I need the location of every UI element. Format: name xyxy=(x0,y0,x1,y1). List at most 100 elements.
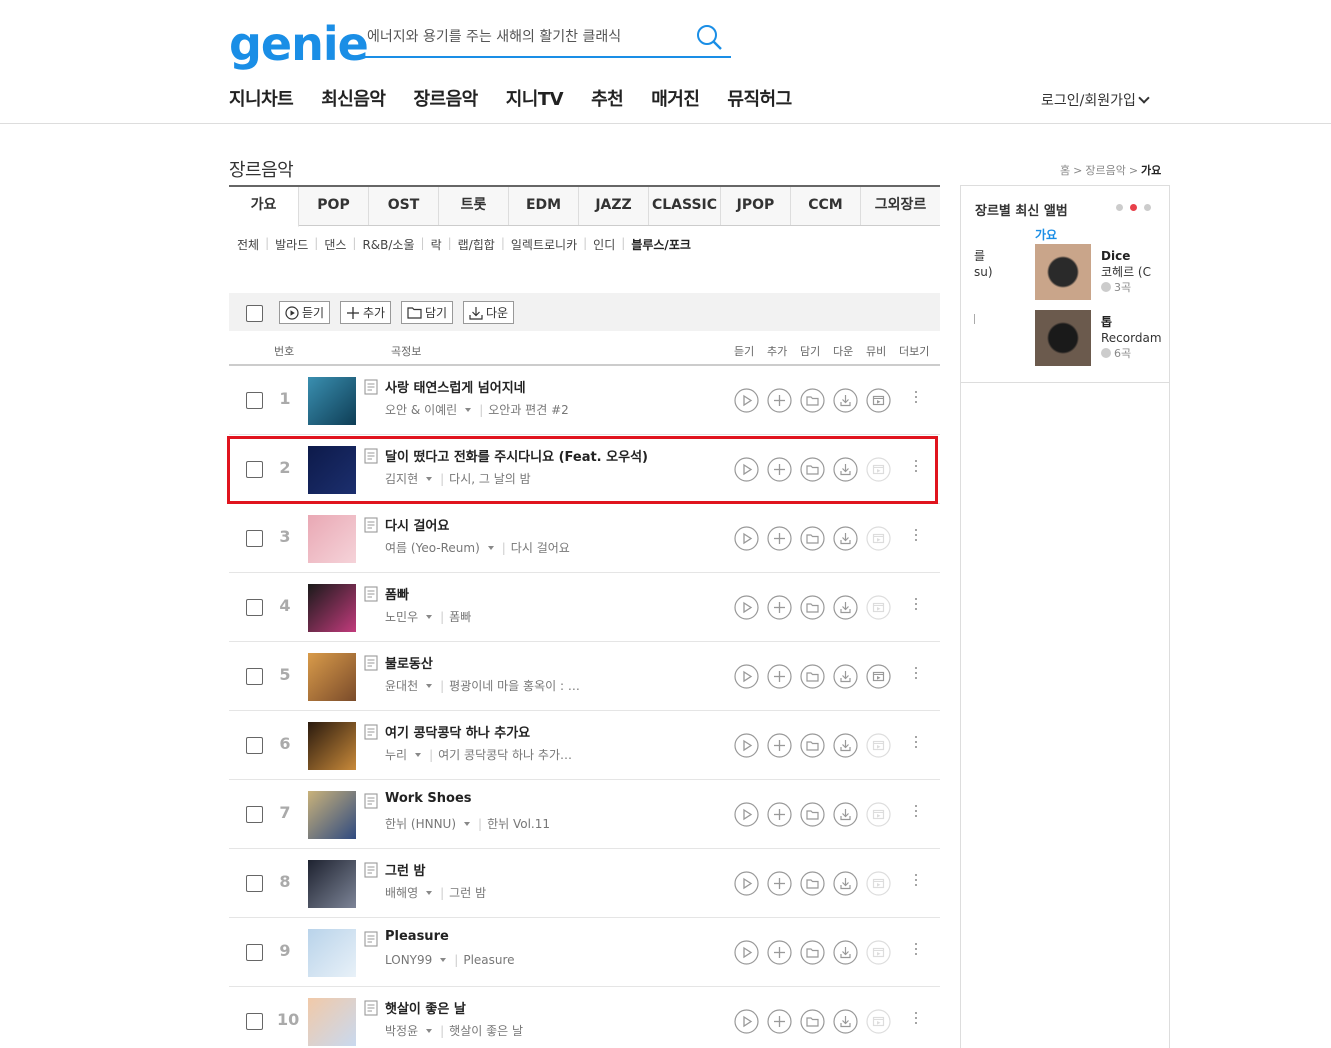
song-album[interactable]: 여기 콩닥콩닥 하나 추가… xyxy=(438,748,572,762)
album-cover[interactable] xyxy=(308,722,356,770)
download-circle-icon[interactable] xyxy=(833,733,858,758)
song-checkbox[interactable] xyxy=(246,461,263,478)
lyrics-icon[interactable] xyxy=(364,793,378,809)
tab-classic[interactable]: CLASSIC xyxy=(649,187,721,225)
song-artist[interactable]: 여름 (Yeo-Reum) xyxy=(385,541,480,555)
sub-genre-all[interactable]: 전체 xyxy=(237,236,259,253)
mv-circle-icon[interactable] xyxy=(866,388,891,413)
lyrics-icon[interactable] xyxy=(364,517,378,533)
song-artist[interactable]: 오안 & 이예린 xyxy=(385,403,457,417)
panel-category[interactable]: 가요 xyxy=(1035,226,1057,243)
tab-edm[interactable]: EDM xyxy=(509,187,579,225)
sub-genre-rnb[interactable]: R&B/소울 xyxy=(362,236,414,253)
song-album[interactable]: 평광이네 마을 홍옥이 : … xyxy=(449,679,580,693)
lyrics-icon[interactable] xyxy=(364,862,378,878)
artist-dropdown-icon[interactable] xyxy=(415,752,422,757)
song-title[interactable]: 불로동산 xyxy=(385,653,433,672)
folder-circle-icon[interactable] xyxy=(800,664,825,689)
song-title[interactable]: 여기 콩닥콩닥 하나 추가요 xyxy=(385,722,530,741)
nav-music-hug[interactable]: 뮤직허그 xyxy=(727,85,792,111)
more-options-icon[interactable] xyxy=(913,871,919,891)
tab-ccm[interactable]: CCM xyxy=(791,187,861,225)
add-circle-icon[interactable] xyxy=(767,1009,792,1034)
song-artist[interactable]: 김지현 xyxy=(385,472,418,486)
artist-dropdown-icon[interactable] xyxy=(440,957,447,962)
nav-latest[interactable]: 최신음악 xyxy=(321,85,386,111)
album-cover[interactable] xyxy=(308,515,356,563)
song-title[interactable]: Pleasure xyxy=(385,929,449,944)
mv-circle-icon[interactable] xyxy=(866,664,891,689)
song-album[interactable]: Pleasure xyxy=(463,953,514,967)
download-circle-icon[interactable] xyxy=(833,664,858,689)
more-options-icon[interactable] xyxy=(913,664,919,684)
song-album[interactable]: 다시 걸어요 xyxy=(511,541,570,555)
lyrics-icon[interactable] xyxy=(364,655,378,671)
listen-selected-button[interactable]: 듣기 xyxy=(279,301,331,324)
lyrics-icon[interactable] xyxy=(364,379,378,395)
add-circle-icon[interactable] xyxy=(767,526,792,551)
artist-dropdown-icon[interactable] xyxy=(426,614,433,619)
folder-circle-icon[interactable] xyxy=(800,940,825,965)
sub-genre-indie[interactable]: 인디 xyxy=(593,236,615,253)
panel-album-cover[interactable] xyxy=(1035,244,1091,300)
album-cover[interactable] xyxy=(308,929,356,977)
tab-jazz[interactable]: JAZZ xyxy=(579,187,649,225)
song-album[interactable]: 폼빠 xyxy=(449,610,471,624)
album-cover[interactable] xyxy=(308,791,356,839)
song-checkbox[interactable] xyxy=(246,806,263,823)
song-artist[interactable]: 윤대천 xyxy=(385,679,418,693)
play-circle-icon[interactable] xyxy=(734,595,759,620)
lyrics-icon[interactable] xyxy=(364,724,378,740)
folder-circle-icon[interactable] xyxy=(800,1009,825,1034)
tab-ost[interactable]: OST xyxy=(369,187,439,225)
tab-jpop[interactable]: JPOP xyxy=(721,187,791,225)
nav-recommend[interactable]: 추천 xyxy=(591,85,624,111)
panel-album-artist[interactable]: 코헤르 (C xyxy=(1101,264,1151,280)
download-circle-icon[interactable] xyxy=(833,871,858,896)
play-circle-icon[interactable] xyxy=(734,733,759,758)
song-checkbox[interactable] xyxy=(246,1013,263,1030)
album-cover[interactable] xyxy=(308,653,356,701)
lyrics-icon[interactable] xyxy=(364,448,378,464)
nav-genre[interactable]: 장르음악 xyxy=(414,85,479,111)
sub-genre-dance[interactable]: 댄스 xyxy=(324,236,346,253)
tab-pop[interactable]: POP xyxy=(299,187,369,225)
song-artist[interactable]: 누리 xyxy=(385,748,407,762)
add-circle-icon[interactable] xyxy=(767,457,792,482)
panel-album-name[interactable]: 톱 xyxy=(1101,314,1162,330)
breadcrumb-genre[interactable]: 장르음악 xyxy=(1085,164,1125,177)
play-circle-icon[interactable] xyxy=(734,526,759,551)
album-cover[interactable] xyxy=(308,860,356,908)
song-album[interactable]: 오안과 편견 #2 xyxy=(488,403,569,417)
tab-trot[interactable]: 트롯 xyxy=(439,187,509,225)
lyrics-icon[interactable] xyxy=(364,1000,378,1016)
song-album[interactable]: 한뉘 Vol.11 xyxy=(487,817,550,831)
login-link[interactable]: 로그인/회원가입 xyxy=(1041,90,1150,110)
song-checkbox[interactable] xyxy=(246,944,263,961)
sub-genre-electronica[interactable]: 일렉트로니카 xyxy=(511,236,577,253)
add-circle-icon[interactable] xyxy=(767,802,792,827)
download-circle-icon[interactable] xyxy=(833,1009,858,1034)
panel-album-cover[interactable] xyxy=(1035,310,1091,366)
add-selected-button[interactable]: 추가 xyxy=(340,301,392,324)
song-title[interactable]: 다시 걸어요 xyxy=(385,515,449,534)
folder-circle-icon[interactable] xyxy=(800,388,825,413)
nav-magazine[interactable]: 매거진 xyxy=(651,85,700,111)
add-circle-icon[interactable] xyxy=(767,664,792,689)
panel-album-name[interactable]: Dice xyxy=(1101,248,1151,264)
artist-dropdown-icon[interactable] xyxy=(426,1028,433,1033)
song-title[interactable]: Work Shoes xyxy=(385,791,472,806)
play-circle-icon[interactable] xyxy=(734,871,759,896)
folder-circle-icon[interactable] xyxy=(800,457,825,482)
folder-circle-icon[interactable] xyxy=(800,802,825,827)
carousel-dot[interactable] xyxy=(1116,204,1123,211)
artist-dropdown-icon[interactable] xyxy=(464,821,471,826)
song-checkbox[interactable] xyxy=(246,737,263,754)
more-options-icon[interactable] xyxy=(913,940,919,960)
song-title[interactable]: 달이 떴다고 전화를 주시다니요 (Feat. 오우석) xyxy=(385,446,648,465)
search-icon[interactable] xyxy=(695,23,723,51)
nav-genie-tv[interactable]: 지니TV xyxy=(506,85,564,111)
folder-circle-icon[interactable] xyxy=(800,526,825,551)
add-circle-icon[interactable] xyxy=(767,871,792,896)
song-artist[interactable]: LONY99 xyxy=(385,953,432,967)
